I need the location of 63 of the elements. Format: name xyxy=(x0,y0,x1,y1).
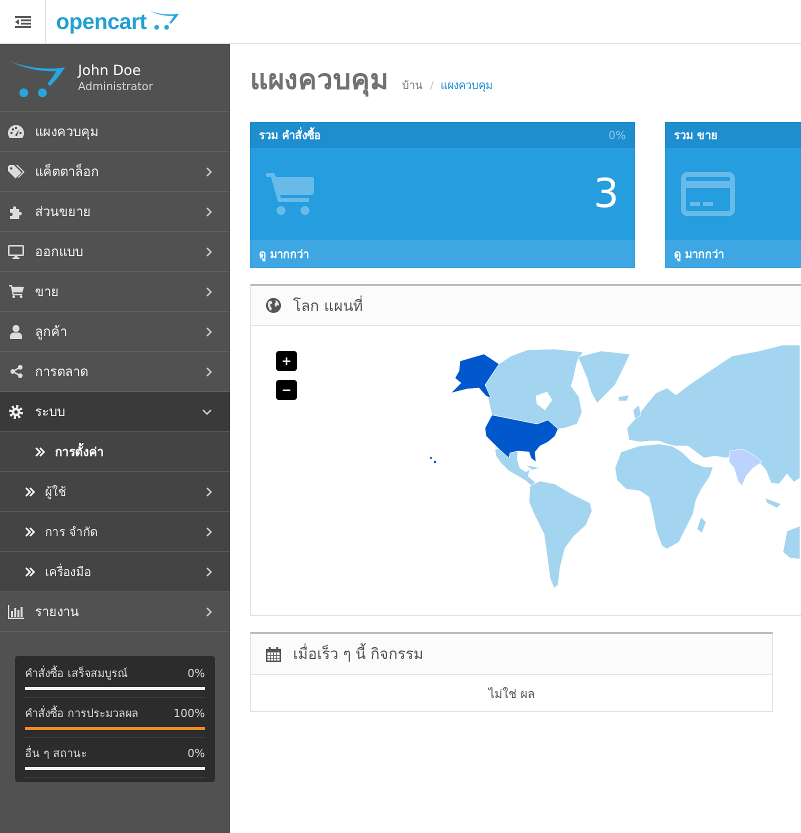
credit-card-icon xyxy=(681,172,735,216)
tile-title: รวม คำสั่งซื้อ xyxy=(259,126,321,144)
status-percent: 0% xyxy=(188,667,205,681)
tile-percent: 0% xyxy=(608,128,626,142)
page-title: แผงควบคุม xyxy=(250,62,388,99)
tile-title: รวม ขาย xyxy=(674,128,717,144)
chevron-right-icon xyxy=(206,606,212,616)
sidebar-subitem[interactable]: การตั้งค่า xyxy=(0,432,230,472)
chevron-right-icon xyxy=(206,566,212,576)
status-label: อื่น ๆ สถานะ xyxy=(25,747,87,761)
breadcrumb-link[interactable]: บ้าน xyxy=(402,76,423,94)
panel-title: โลก แผนที่ xyxy=(293,294,363,316)
chevron-down-icon xyxy=(202,408,212,414)
sidebar-item[interactable]: ลูกค้า xyxy=(0,312,230,352)
chevron-right-icon xyxy=(206,166,212,176)
double-chevron-icon xyxy=(25,526,35,536)
double-chevron-icon xyxy=(25,486,35,496)
sidebar-item[interactable]: แค็ตตาล็อก xyxy=(0,152,230,192)
calendar-icon xyxy=(266,646,281,662)
user-role: Administrator xyxy=(78,80,153,94)
tile-value: 3 xyxy=(594,172,619,216)
sidebar-subitem[interactable]: เครื่องมือ xyxy=(0,552,230,592)
status-percent: 100% xyxy=(174,707,205,721)
panel-title: เมื่อเร็ว ๆ นี้ กิจกรรม xyxy=(293,642,424,665)
breadcrumb-link[interactable]: แผงควบคุม xyxy=(440,76,493,94)
breadcrumb-separator: / xyxy=(430,79,434,92)
status-label: คำสั่งซื้อ เสร็จสมบูรณ์ xyxy=(25,667,128,681)
chevron-right-icon xyxy=(206,526,212,536)
globe-icon xyxy=(266,298,281,313)
zoom-out-button[interactable]: − xyxy=(276,380,297,400)
zoom-in-button[interactable]: + xyxy=(276,351,297,371)
chevron-right-icon xyxy=(206,366,212,376)
sidebar-item[interactable]: ขาย xyxy=(0,272,230,312)
chevron-right-icon xyxy=(206,206,212,216)
chevron-right-icon xyxy=(206,486,212,496)
user-name: John Doe xyxy=(78,62,142,80)
double-chevron-icon xyxy=(25,566,35,576)
puzzle-icon xyxy=(9,204,23,218)
gauge-icon xyxy=(8,125,24,138)
cart-icon xyxy=(266,173,314,215)
tags-icon xyxy=(8,164,24,178)
cart-swoosh-icon xyxy=(148,9,179,30)
cart-icon xyxy=(8,285,24,298)
menu-icon xyxy=(14,16,30,28)
chevron-right-icon xyxy=(206,246,212,256)
double-chevron-icon xyxy=(35,446,45,456)
sidebar-subitem[interactable]: ผู้ใช้ xyxy=(0,472,230,512)
chevron-right-icon xyxy=(206,326,212,336)
status-percent: 0% xyxy=(188,747,205,761)
share-icon xyxy=(10,365,22,378)
sidebar-item[interactable]: ออกแบบ xyxy=(0,232,230,272)
sidebar-item[interactable]: แผงควบคุม xyxy=(0,112,230,152)
sidebar-item[interactable]: รายงาน xyxy=(0,592,230,632)
monitor-icon xyxy=(8,244,24,258)
bar-chart-icon xyxy=(8,604,24,618)
chevron-right-icon xyxy=(206,286,212,296)
sidebar-subitem[interactable]: การ จำกัด xyxy=(0,512,230,552)
status-label: คำสั่งซื้อ การประมวลผล xyxy=(25,707,138,721)
empty-message: ไม่ใช่ ผล xyxy=(488,686,534,702)
user-icon xyxy=(10,324,22,338)
gear-icon xyxy=(9,404,23,418)
sidebar-item[interactable]: ระบบ xyxy=(0,392,230,432)
sidebar-item[interactable]: ส่วนขยาย xyxy=(0,192,230,232)
